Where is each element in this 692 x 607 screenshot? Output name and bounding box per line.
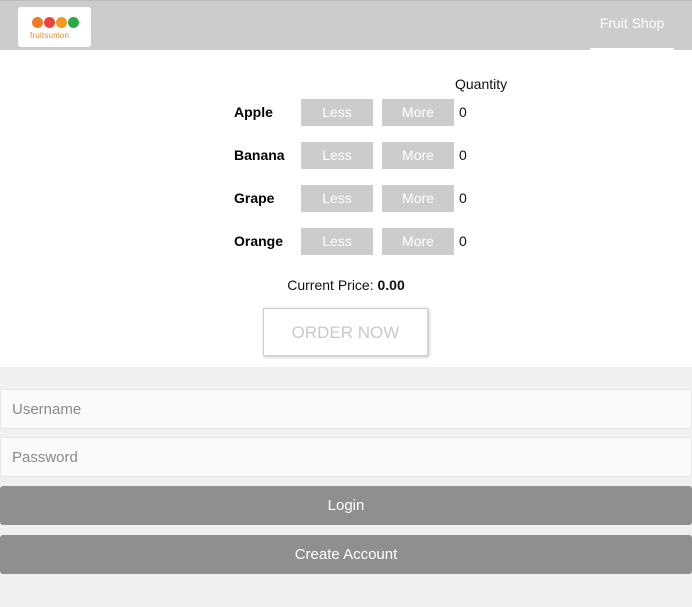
quantity-header: Quantity	[455, 76, 508, 92]
nav-fruit-shop[interactable]: Fruit Shop	[590, 1, 674, 51]
username-input[interactable]	[0, 389, 692, 429]
orange-quantity: 0	[459, 233, 467, 249]
top-navbar: fruitsunion Fruit Shop	[0, 0, 692, 51]
password-input[interactable]	[0, 437, 692, 477]
banana-more-button[interactable]: More	[382, 142, 454, 169]
shop-panel: Quantity Apple Less More 0 Banana Less M…	[0, 50, 692, 367]
price-value: 0.00	[377, 277, 405, 293]
banana-quantity: 0	[459, 147, 467, 163]
fruit-row-orange: Orange Less More 0	[0, 228, 692, 255]
apple-less-button[interactable]: Less	[301, 99, 373, 126]
fruit-row-apple: Apple Less More 0	[0, 99, 692, 126]
current-price: Current Price: 0.00	[0, 277, 692, 293]
logo[interactable]: fruitsunion	[18, 7, 91, 47]
banana-less-button[interactable]: Less	[301, 142, 373, 169]
fruit-name: Apple	[234, 104, 273, 120]
apple-more-button[interactable]: More	[382, 99, 454, 126]
price-label: Current Price:	[287, 277, 374, 293]
orange-more-button[interactable]: More	[382, 228, 454, 255]
fruit-row-banana: Banana Less More 0	[0, 142, 692, 169]
order-now-button[interactable]: ORDER NOW	[263, 308, 428, 356]
apple-quantity: 0	[459, 104, 467, 120]
login-button[interactable]: Login	[0, 486, 692, 525]
grape-less-button[interactable]: Less	[301, 185, 373, 212]
logo-fruit-icons	[32, 17, 79, 28]
fruit-name: Orange	[234, 233, 284, 249]
create-account-button[interactable]: Create Account	[0, 535, 692, 574]
fruit-name: Grape	[234, 190, 275, 206]
grape-quantity: 0	[459, 190, 467, 206]
orange-less-button[interactable]: Less	[301, 228, 373, 255]
fruit-row-grape: Grape Less More 0	[0, 185, 692, 212]
logo-text: fruitsunion	[30, 31, 70, 40]
grape-more-button[interactable]: More	[382, 185, 454, 212]
fruit-name: Banana	[234, 147, 285, 163]
